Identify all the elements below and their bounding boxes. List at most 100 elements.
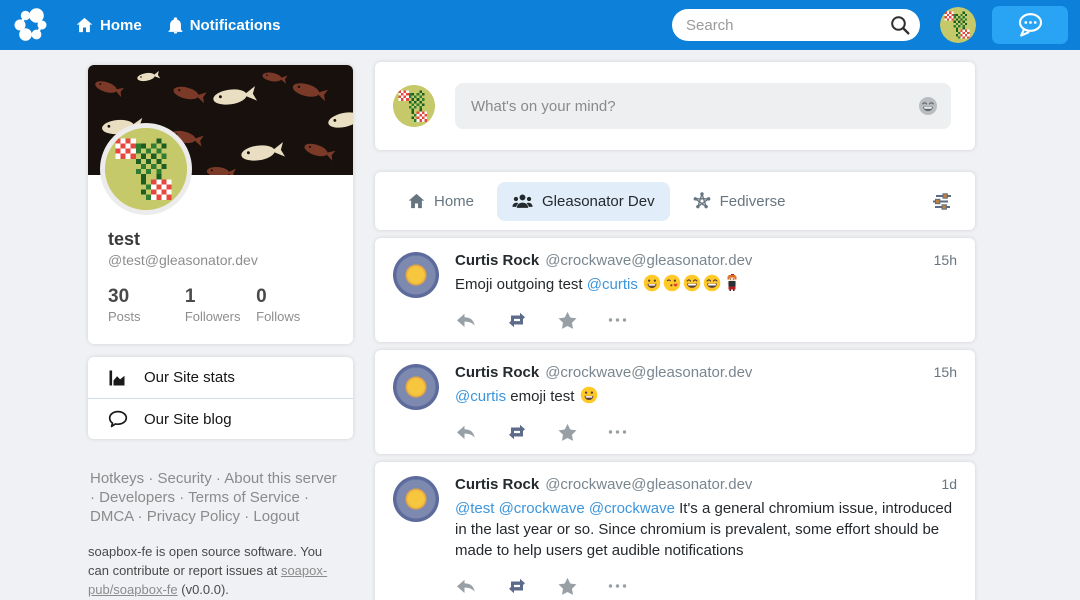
home-icon xyxy=(76,17,93,33)
site-menu-item-our-site-stats[interactable]: Our Site stats xyxy=(88,357,353,398)
reply-button[interactable] xyxy=(455,576,477,596)
repost-button[interactable] xyxy=(506,310,528,330)
emoji-picker-button[interactable] xyxy=(918,96,938,116)
post-text: Emoji outgoing test xyxy=(455,276,587,293)
more-button[interactable] xyxy=(607,310,628,330)
site-menu-label: Our Site blog xyxy=(144,411,232,428)
post-header: Curtis Rock @crockwave@gleasonator.dev 1… xyxy=(455,364,957,381)
profile-display-name[interactable]: test xyxy=(108,229,353,250)
mention-link[interactable]: @test xyxy=(455,500,494,517)
compose-card xyxy=(375,62,975,150)
tab-gleasonator-dev[interactable]: Gleasonator Dev xyxy=(497,182,670,221)
footer-link-about-this-server[interactable]: About this server xyxy=(224,470,337,487)
profile-stat-follows[interactable]: 0 Follows xyxy=(256,286,333,324)
chat-button[interactable] xyxy=(992,6,1068,44)
post-header: Curtis Rock @crockwave@gleasonator.dev 1… xyxy=(455,252,957,269)
gleasonator-logo[interactable] xyxy=(12,6,50,44)
favourite-button[interactable] xyxy=(557,310,578,330)
tab-label: Gleasonator Dev xyxy=(542,193,655,210)
tab-home[interactable]: Home xyxy=(393,182,489,221)
post: Curtis Rock @crockwave@gleasonator.dev 1… xyxy=(375,350,975,454)
sidebar: test @test@gleasonator.dev 30 Posts 1 Fo… xyxy=(88,65,353,600)
site-menu-item-our-site-blog[interactable]: Our Site blog xyxy=(88,398,353,439)
mention-link[interactable]: @curtis xyxy=(587,276,638,293)
emoji-beaming-face xyxy=(683,274,701,292)
footer-links: Hotkeys · Security · About this server ·… xyxy=(90,469,342,526)
post: Curtis Rock @crockwave@gleasonator.dev 1… xyxy=(375,462,975,600)
stat-value: 0 xyxy=(256,286,333,308)
more-button[interactable] xyxy=(607,576,628,596)
bell-icon xyxy=(168,17,183,34)
post-feed: Curtis Rock @crockwave@gleasonator.dev 1… xyxy=(375,238,975,600)
page-body: test @test@gleasonator.dev 30 Posts 1 Fo… xyxy=(0,0,1080,600)
blog-icon xyxy=(108,410,128,428)
footer-link-terms-of-service[interactable]: Terms of Service xyxy=(188,489,300,506)
emoji-grinning-face xyxy=(643,274,661,292)
emoji-grinning-face xyxy=(580,386,598,404)
profile-card: test @test@gleasonator.dev 30 Posts 1 Fo… xyxy=(88,65,353,344)
about-post: (v0.0.0). xyxy=(178,582,229,597)
post-timestamp[interactable]: 15h xyxy=(934,364,957,380)
footer-link-privacy-policy[interactable]: Privacy Policy xyxy=(147,508,240,525)
post-author-handle[interactable]: @crockwave@gleasonator.dev xyxy=(545,476,752,493)
post-timestamp[interactable]: 1d xyxy=(941,476,957,492)
profile-stats-row: 30 Posts 1 Followers 0 Follows xyxy=(108,286,333,324)
mention-link[interactable]: @curtis xyxy=(455,388,506,405)
compose-user-avatar[interactable] xyxy=(393,85,435,127)
timeline-tabs: Home Gleasonator Dev Fediverse xyxy=(375,172,975,230)
footer-link-security[interactable]: Security xyxy=(158,470,212,487)
navbar-user-avatar[interactable] xyxy=(940,7,976,43)
home-icon xyxy=(408,193,425,209)
tab-label: Fediverse xyxy=(720,193,786,210)
fediverse-icon xyxy=(693,192,711,210)
emoji-custom-pixel-character xyxy=(723,274,741,292)
favourite-button[interactable] xyxy=(557,576,578,596)
emoji-beaming-face xyxy=(703,274,721,292)
footer-link-logout[interactable]: Logout xyxy=(253,508,299,525)
footer-link-dmca[interactable]: DMCA xyxy=(90,508,133,525)
post-author-name[interactable]: Curtis Rock xyxy=(455,252,539,269)
favourite-button[interactable] xyxy=(557,422,578,442)
stat-label: Followers xyxy=(185,309,256,324)
footer-link-developers[interactable]: Developers xyxy=(99,489,175,506)
nav-notifications[interactable]: Notifications xyxy=(168,17,281,34)
reply-button[interactable] xyxy=(455,422,477,442)
search-icon[interactable] xyxy=(889,14,911,41)
reply-button[interactable] xyxy=(455,310,477,330)
timeline-settings-button[interactable] xyxy=(927,188,957,215)
post-header: Curtis Rock @crockwave@gleasonator.dev 1… xyxy=(455,476,957,493)
post-author-avatar[interactable] xyxy=(393,252,439,298)
search-input[interactable] xyxy=(672,9,920,41)
mention-link[interactable]: @crockwave xyxy=(589,500,675,517)
footer-link-hotkeys[interactable]: Hotkeys xyxy=(90,470,144,487)
timeline-column: Home Gleasonator Dev Fediverse Curtis Ro… xyxy=(375,62,975,600)
profile-handle: @test@gleasonator.dev xyxy=(108,252,353,268)
post-author-handle[interactable]: @crockwave@gleasonator.dev xyxy=(545,364,752,381)
post-actions xyxy=(455,576,957,596)
tab-fediverse[interactable]: Fediverse xyxy=(678,181,801,221)
stat-value: 1 xyxy=(185,286,256,308)
nav-home-label: Home xyxy=(100,17,142,34)
post-author-handle[interactable]: @crockwave@gleasonator.dev xyxy=(545,252,752,269)
post: Curtis Rock @crockwave@gleasonator.dev 1… xyxy=(375,238,975,342)
post-author-name[interactable]: Curtis Rock xyxy=(455,364,539,381)
mention-link[interactable]: @crockwave xyxy=(499,500,585,517)
top-navbar: Home Notifications xyxy=(0,0,1080,50)
post-content: @test @crockwave @crockwave It's a gener… xyxy=(455,498,957,561)
more-button[interactable] xyxy=(607,422,628,442)
profile-stat-posts[interactable]: 30 Posts xyxy=(108,286,185,324)
post-author-name[interactable]: Curtis Rock xyxy=(455,476,539,493)
repost-button[interactable] xyxy=(506,576,528,596)
repost-button[interactable] xyxy=(506,422,528,442)
post-author-avatar[interactable] xyxy=(393,364,439,410)
search-box xyxy=(672,9,920,41)
site-menu-card: Our Site stats Our Site blog xyxy=(88,357,353,439)
nav-home[interactable]: Home xyxy=(76,17,142,34)
chat-bubble-icon xyxy=(1015,12,1045,38)
post-timestamp[interactable]: 15h xyxy=(934,252,957,268)
profile-stat-followers[interactable]: 1 Followers xyxy=(185,286,256,324)
compose-input[interactable] xyxy=(455,83,951,129)
post-author-avatar[interactable] xyxy=(393,476,439,522)
profile-avatar[interactable] xyxy=(100,123,192,215)
stat-label: Posts xyxy=(108,309,185,324)
